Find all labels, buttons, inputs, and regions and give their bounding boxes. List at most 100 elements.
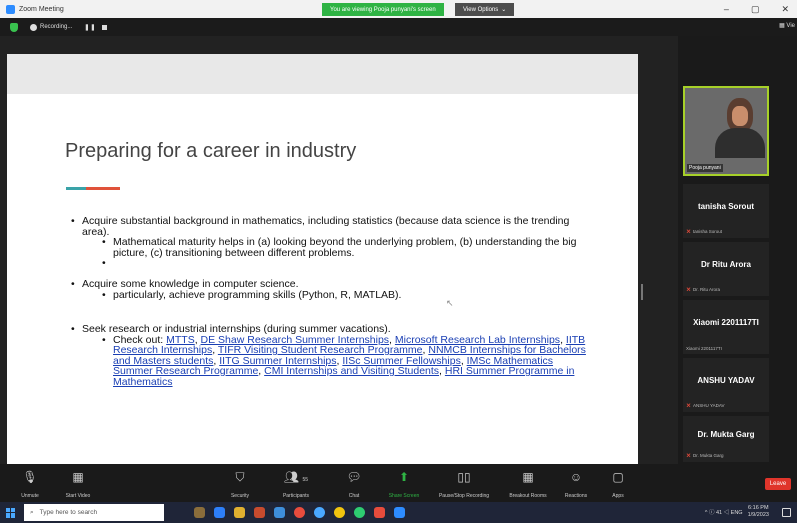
view-label: Vie xyxy=(786,23,795,29)
participant-video-panel: Pooja punyani tanisha Sorout ⨯ tanisha So… xyxy=(678,36,797,464)
windows-start-icon[interactable] xyxy=(6,507,16,518)
pause-stop-icon: ▯▯ xyxy=(457,470,471,484)
notification-icon[interactable] xyxy=(782,508,791,517)
minimize-icon[interactable]: – xyxy=(724,4,729,14)
participant-sub-label: Dr. Mukta Garg xyxy=(693,453,724,458)
participant-face xyxy=(732,106,748,126)
participant-tile[interactable]: Dr Ritu Arora ⨯ Dr. Ritu Arora xyxy=(683,242,769,296)
participant-tile[interactable]: Xiaomi 2201117TI Xiaomi 2201117TI xyxy=(683,300,769,354)
participant-sub-label: tanisha Sorout xyxy=(693,229,723,234)
viewing-banner: You are viewing Pooja punyani's screen xyxy=(322,3,444,16)
date-label: 1/9/2023 xyxy=(747,511,769,518)
apps-label: Apps xyxy=(612,493,624,499)
internship-links: Check out: MTTS, DE Shaw Research Summer… xyxy=(102,334,591,388)
security-button[interactable]: ⛉ Security xyxy=(212,468,268,499)
window-title: Zoom Meeting xyxy=(19,5,64,13)
chat-label: Chat xyxy=(348,493,360,499)
meeting-top-toolbar: Recording... ❚❚ ▦ Vie xyxy=(0,18,797,36)
mic-muted-icon: ⨯ xyxy=(686,287,692,293)
participant-sub-label: Dr. Ritu Arora xyxy=(693,287,721,292)
stop-recording-icon[interactable] xyxy=(102,24,108,30)
participants-label: Participants xyxy=(282,493,310,499)
share-screen-label: Share Screen xyxy=(388,493,420,499)
slide-content: Acquire substantial background in mathem… xyxy=(71,216,591,387)
zoom-taskbar-icon[interactable] xyxy=(314,507,325,518)
meeting-controls-bar: 🎙︎ Unmute ▦ Start Video ⛉ Security 👥︎ 55 Par… xyxy=(0,464,797,502)
panel-resize-handle[interactable] xyxy=(641,284,643,300)
participant-tile[interactable]: ANSHU YADAV ⨯ ANSHU YADAV xyxy=(683,358,769,412)
chevron-down-icon: ⌄ xyxy=(501,7,507,13)
pause-recording-label: Pause/Stop Recording xyxy=(438,493,490,499)
tray-icons[interactable]: ^ ⓘ 41 ◁ ENG xyxy=(705,508,743,516)
whatsapp-icon[interactable] xyxy=(354,507,365,518)
store-icon[interactable] xyxy=(274,507,285,518)
participant-sub: Xiaomi 2201117TI xyxy=(686,346,722,351)
participant-name: Dr Ritu Arora xyxy=(701,260,751,269)
maximize-icon[interactable]: ▢ xyxy=(751,4,760,15)
security-shield-icon[interactable] xyxy=(10,22,18,32)
participants-icon: 👥︎ 55 xyxy=(283,470,309,484)
shared-screen-area: Preparing for a career in industry Acqui… xyxy=(0,36,678,500)
windows-taskbar: ⌕ Type here to search ^ ⓘ 41 ◁ ENG 6:16 … xyxy=(0,502,797,523)
system-tray: ^ ⓘ 41 ◁ ENG 6:16 PM 1/9/2023 xyxy=(705,505,769,518)
chat-icon: 💬︎ xyxy=(346,470,362,484)
apps-button[interactable]: ▢ Apps xyxy=(590,468,646,499)
bullet-item: Acquire substantial background in mathem… xyxy=(71,216,591,237)
participant-count: 55 xyxy=(302,477,309,483)
slide-header-band xyxy=(7,54,638,94)
view-options-label: View Options xyxy=(463,6,499,13)
title-accent-bar xyxy=(66,187,120,190)
chrome-icon[interactable] xyxy=(294,507,305,518)
participant-name: Dr. Mukta Garg xyxy=(697,430,755,439)
participant-tile[interactable]: Dr. Mukta Garg ⨯ Dr. Mukta Garg xyxy=(683,416,769,462)
self-name-label: Pooja punyani xyxy=(687,164,723,172)
app-icon[interactable] xyxy=(374,507,385,518)
taskbar-apps xyxy=(194,507,405,518)
mic-muted-icon: ⨯ xyxy=(686,229,692,235)
pause-recording-button[interactable]: ▯▯ Pause/Stop Recording xyxy=(432,468,496,499)
file-explorer-icon[interactable] xyxy=(234,507,245,518)
participant-sub: ⨯ ANSHU YADAV xyxy=(686,402,725,409)
participants-button[interactable]: 👥︎ 55 Participants xyxy=(268,468,324,499)
mic-muted-icon: ⨯ xyxy=(686,453,692,459)
edge-browser-icon[interactable] xyxy=(214,507,225,518)
close-icon[interactable]: ✕ xyxy=(781,4,789,15)
participant-name: Xiaomi 2201117TI xyxy=(693,318,759,327)
zoom-app-icon xyxy=(6,4,15,14)
leave-button[interactable]: Leave xyxy=(765,478,791,490)
video-off-icon: ▦ xyxy=(72,470,84,484)
participant-name: tanisha Sorout xyxy=(697,202,754,211)
zoom-meeting-icon[interactable] xyxy=(394,507,405,518)
sub-bullet-item: Mathematical maturity helps in (a) looki… xyxy=(102,237,591,258)
share-screen-button[interactable]: ⬆ Share Screen xyxy=(376,468,432,499)
presentation-slide: Preparing for a career in industry Acqui… xyxy=(7,94,638,500)
share-screen-icon: ⬆ xyxy=(398,470,410,484)
participant-name: ANSHU YADAV xyxy=(697,376,755,385)
participant-tile[interactable]: tanisha Sorout ⨯ tanisha Sorout xyxy=(683,184,769,238)
mouse-cursor-icon: ↖ xyxy=(446,298,454,308)
shield-icon: ⛉ xyxy=(235,470,245,484)
participant-sub: ⨯ Dr. Mukta Garg xyxy=(686,452,724,459)
link-cmi[interactable]: CMI Internships and Visiting Students xyxy=(264,365,439,377)
recording-icon xyxy=(30,23,37,31)
taskbar-search-input[interactable]: ⌕ Type here to search xyxy=(24,504,164,521)
sub-bullet-item: particularly, achieve programming skills… xyxy=(102,289,591,301)
participant-sub-label: ANSHU YADAV xyxy=(693,403,725,408)
participant-sub: ⨯ Dr. Ritu Arora xyxy=(686,286,720,293)
office-icon[interactable] xyxy=(254,507,265,518)
slide-title: Preparing for a career in industry xyxy=(65,140,357,162)
security-label: Security xyxy=(230,493,250,499)
app-icon[interactable] xyxy=(334,507,345,518)
chat-button[interactable]: 💬︎ Chat xyxy=(326,468,382,499)
pause-recording-icon[interactable]: ❚❚ xyxy=(84,24,96,31)
task-view-icon[interactable] xyxy=(194,507,205,518)
clock[interactable]: 6:16 PM 1/9/2023 xyxy=(748,505,769,518)
view-options-button[interactable]: View Options ⌄ xyxy=(455,3,515,16)
view-button[interactable]: ▦ Vie xyxy=(779,22,795,29)
search-placeholder: Type here to search xyxy=(39,509,98,516)
start-video-label: Start Video xyxy=(65,493,91,499)
participant-sub: ⨯ tanisha Sorout xyxy=(686,228,722,235)
search-icon: ⌕ xyxy=(30,508,34,516)
self-video-tile[interactable]: Pooja punyani xyxy=(683,86,769,176)
start-video-button[interactable]: ▦ Start Video xyxy=(50,468,106,499)
